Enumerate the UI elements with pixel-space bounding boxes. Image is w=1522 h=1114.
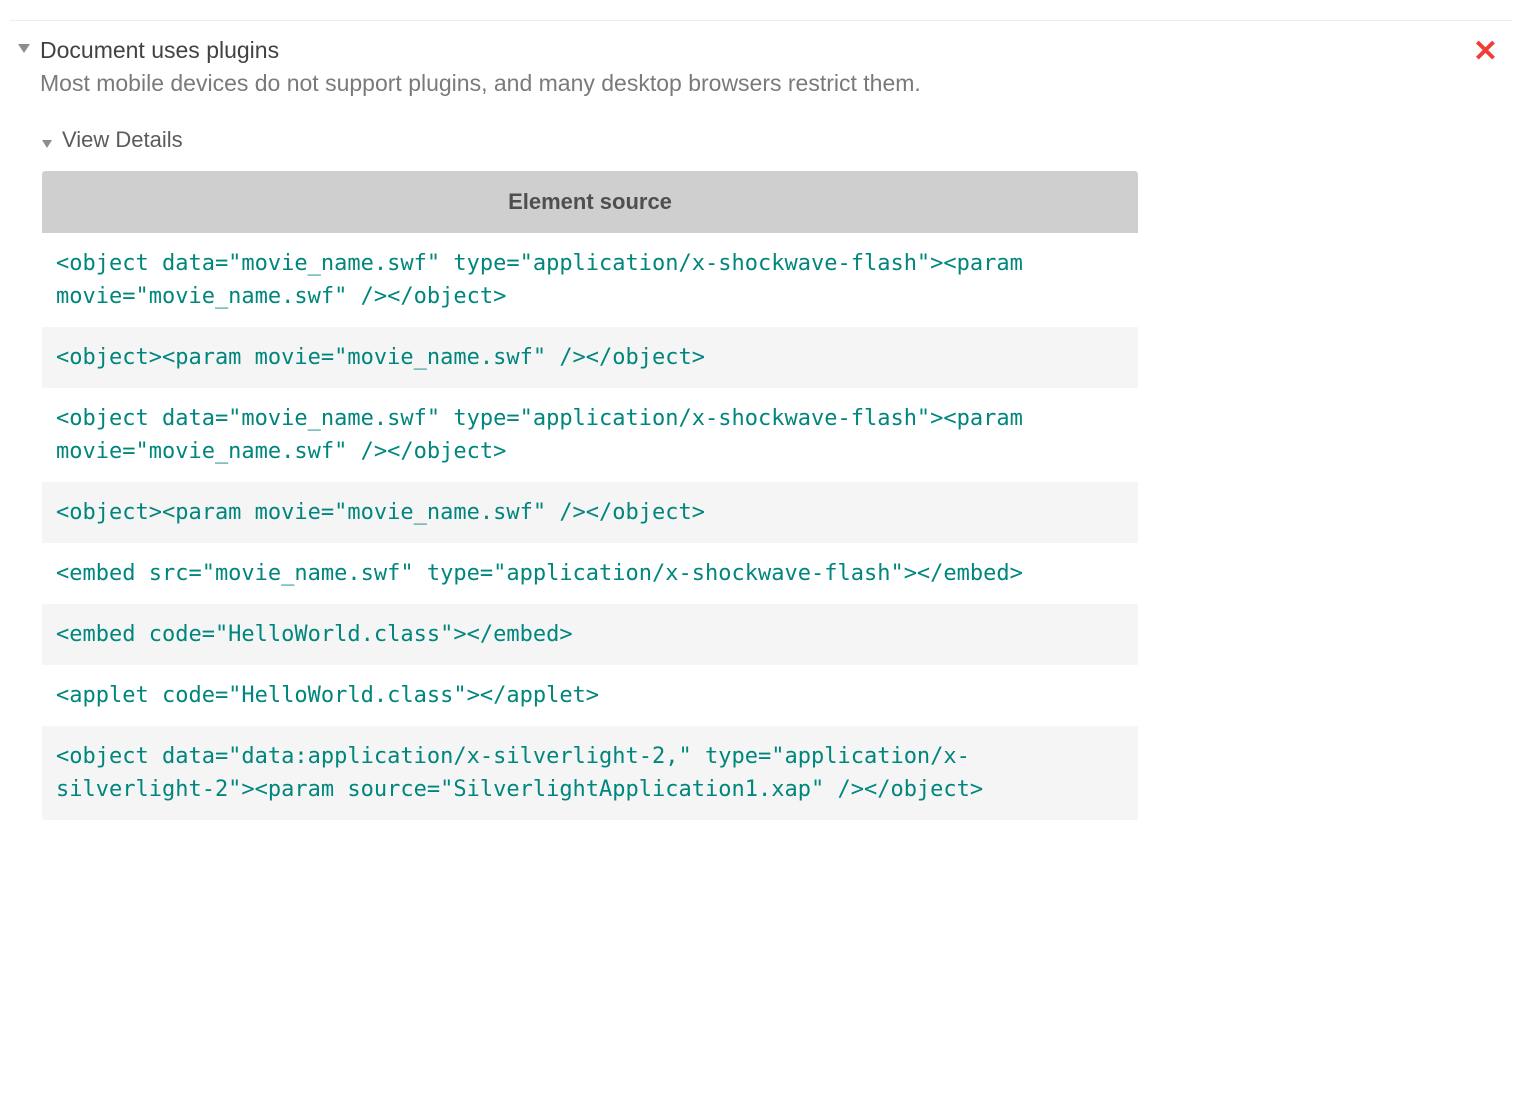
audit-text-block: Document uses plugins Most mobile device…	[40, 35, 1463, 99]
audit-title: Document uses plugins	[40, 35, 1463, 66]
table-header: Element source	[42, 171, 1138, 233]
table-row: <object data="data:application/x-silverl…	[42, 726, 1138, 820]
disclosure-triangle-icon[interactable]	[18, 44, 30, 53]
table-row: <object><param movie="movie_name.swf" />…	[42, 482, 1138, 543]
table-row: <embed src="movie_name.swf" type="applic…	[42, 543, 1138, 604]
table-row: <applet code="HelloWorld.class"></applet…	[42, 665, 1138, 726]
audit-item[interactable]: Document uses plugins Most mobile device…	[10, 20, 1512, 105]
view-details-label: View Details	[62, 127, 183, 153]
audit-details: View Details Element source <object data…	[42, 127, 1512, 820]
table-row: <object data="movie_name.swf" type="appl…	[42, 233, 1138, 327]
view-details-toggle[interactable]: View Details	[42, 127, 1512, 153]
element-source-table: Element source <object data="movie_name.…	[42, 171, 1138, 820]
disclosure-triangle-icon[interactable]	[42, 140, 52, 148]
fail-x-icon: ✕	[1473, 37, 1504, 67]
audit-description: Most mobile devices do not support plugi…	[40, 68, 1463, 99]
table-row: <object data="movie_name.swf" type="appl…	[42, 388, 1138, 482]
table-row: <object><param movie="movie_name.swf" />…	[42, 327, 1138, 388]
table-row: <embed code="HelloWorld.class"></embed>	[42, 604, 1138, 665]
